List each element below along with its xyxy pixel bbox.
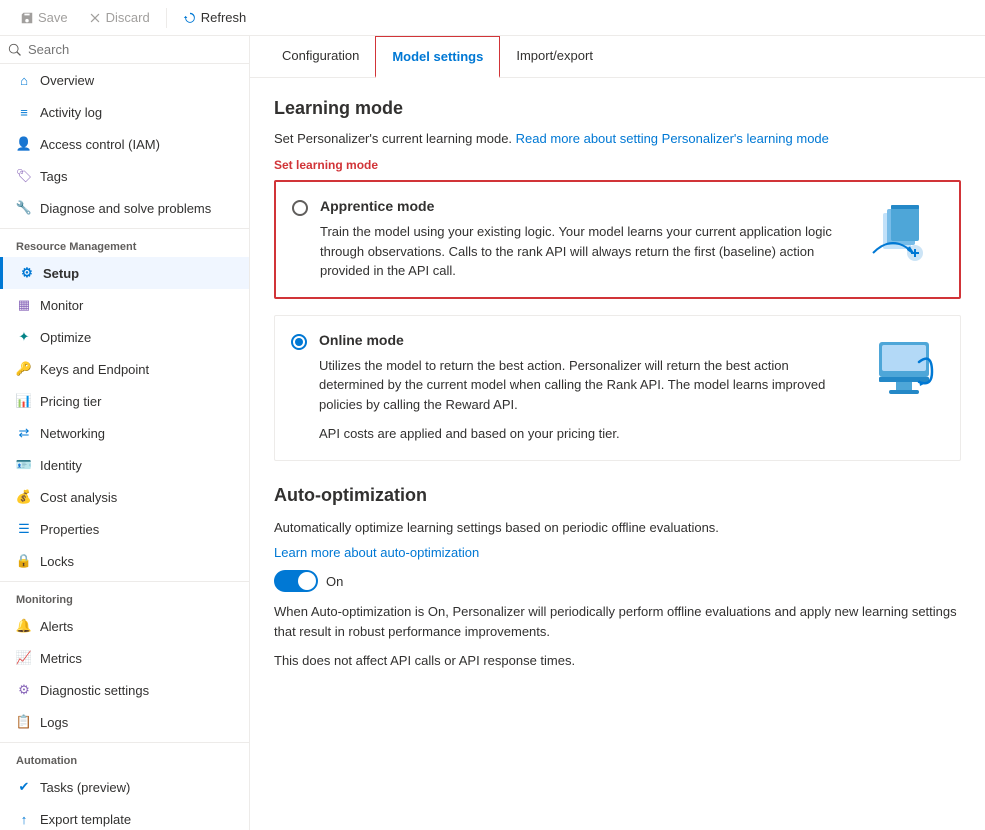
learning-mode-description: Set Personalizer's current learning mode… <box>274 131 961 146</box>
tab-import-export[interactable]: Import/export <box>500 36 609 78</box>
sidebar-item-tags[interactable]: 🏷 Tags <box>0 160 249 192</box>
online-mode-desc: Utilizes the model to return the best ac… <box>319 356 852 415</box>
sidebar-item-cost-analysis[interactable]: 💰 Cost analysis <box>0 481 249 513</box>
auto-opt-when-on: When Auto-optimization is On, Personaliz… <box>274 602 961 641</box>
id-card-icon: 🪪 <box>16 457 32 473</box>
properties-icon: ☰ <box>16 521 32 537</box>
sidebar-item-export-template[interactable]: ↑ Export template <box>0 803 249 830</box>
gear-icon: ⚙ <box>19 265 35 281</box>
toggle-thumb <box>298 572 316 590</box>
sidebar-item-setup[interactable]: ⚙ Setup <box>0 257 249 289</box>
sidebar-item-optimize[interactable]: ✦ Optimize <box>0 321 249 353</box>
bar-chart-icon: 📈 <box>16 650 32 666</box>
sidebar: ⌂ Overview ≡ Activity log 👤 Access contr… <box>0 36 250 830</box>
wrench-icon: 🔧 <box>16 200 32 216</box>
save-button[interactable]: Save <box>12 6 76 29</box>
toolbar: Save Discard Refresh <box>0 0 985 36</box>
sidebar-item-properties[interactable]: ☰ Properties <box>0 513 249 545</box>
toggle-label: On <box>326 574 343 589</box>
learning-mode-link[interactable]: Read more about setting Personalizer's l… <box>516 131 829 146</box>
tag-icon: 🏷 <box>16 168 32 184</box>
discard-button[interactable]: Discard <box>80 6 158 29</box>
online-mode-card[interactable]: Online mode Utilizes the model to return… <box>274 315 961 461</box>
main-layout: ⌂ Overview ≡ Activity log 👤 Access contr… <box>0 36 985 830</box>
tab-bar: Configuration Model settings Import/expo… <box>250 36 985 78</box>
people-icon: 👤 <box>16 136 32 152</box>
refresh-icon <box>183 11 197 25</box>
online-mode-title: Online mode <box>319 332 852 348</box>
sidebar-item-locks[interactable]: 🔒 Locks <box>0 545 249 577</box>
sidebar-item-alerts[interactable]: 🔔 Alerts <box>0 610 249 642</box>
apprentice-mode-desc: Train the model using your existing logi… <box>320 222 851 281</box>
network-icon: ⇄ <box>16 425 32 441</box>
sidebar-item-networking[interactable]: ⇄ Networking <box>0 417 249 449</box>
key-icon: 🔑 <box>16 361 32 377</box>
tasks-icon: ✔ <box>16 779 32 795</box>
auto-optimization-section: Auto-optimization Automatically optimize… <box>274 485 961 671</box>
monitor-icon: ▦ <box>16 297 32 313</box>
list-icon: ≡ <box>16 104 32 120</box>
set-learning-mode-label: Set learning mode <box>274 158 961 172</box>
sidebar-item-tasks[interactable]: ✔ Tasks (preview) <box>0 771 249 803</box>
apprentice-mode-title: Apprentice mode <box>320 198 851 214</box>
apprentice-illustration <box>863 198 943 278</box>
online-mode-extra: API costs are applied and based on your … <box>319 424 852 444</box>
sidebar-item-monitor[interactable]: ▦ Monitor <box>0 289 249 321</box>
section-resource-management: Resource Management <box>0 228 249 257</box>
toolbar-divider <box>166 8 167 28</box>
apprentice-radio[interactable] <box>292 200 308 216</box>
lock-icon: 🔒 <box>16 553 32 569</box>
cost-icon: 💰 <box>16 489 32 505</box>
online-illustration <box>864 332 944 412</box>
section-monitoring: Monitoring <box>0 581 249 610</box>
discard-icon <box>88 11 102 25</box>
auto-opt-desc: Automatically optimize learning settings… <box>274 518 961 538</box>
online-radio[interactable] <box>291 334 307 350</box>
chart-icon: 📊 <box>16 393 32 409</box>
toggle-row: On <box>274 570 961 592</box>
sidebar-item-overview[interactable]: ⌂ Overview <box>0 64 249 96</box>
diagnostic-icon: ⚙ <box>16 682 32 698</box>
sidebar-search-container <box>0 36 249 64</box>
export-icon: ↑ <box>16 811 32 827</box>
sidebar-item-activity-log[interactable]: ≡ Activity log <box>0 96 249 128</box>
sidebar-item-keys-endpoint[interactable]: 🔑 Keys and Endpoint <box>0 353 249 385</box>
search-icon <box>8 43 22 57</box>
save-icon <box>20 11 34 25</box>
home-icon: ⌂ <box>16 72 32 88</box>
sidebar-item-metrics[interactable]: 📈 Metrics <box>0 642 249 674</box>
online-svg <box>864 332 944 412</box>
refresh-button[interactable]: Refresh <box>175 6 255 29</box>
bell-icon: 🔔 <box>16 618 32 634</box>
content-area: Configuration Model settings Import/expo… <box>250 36 985 830</box>
sidebar-item-diagnostic-settings[interactable]: ⚙ Diagnostic settings <box>0 674 249 706</box>
sidebar-item-access-control[interactable]: 👤 Access control (IAM) <box>0 128 249 160</box>
tab-configuration[interactable]: Configuration <box>266 36 375 78</box>
sidebar-item-pricing-tier[interactable]: 📊 Pricing tier <box>0 385 249 417</box>
search-input[interactable] <box>28 42 241 57</box>
section-automation: Automation <box>0 742 249 771</box>
tab-model-settings[interactable]: Model settings <box>375 36 500 78</box>
sidebar-item-diagnose[interactable]: 🔧 Diagnose and solve problems <box>0 192 249 224</box>
auto-opt-toggle[interactable] <box>274 570 318 592</box>
logs-icon: 📋 <box>16 714 32 730</box>
apprentice-svg <box>863 198 943 278</box>
sidebar-item-logs[interactable]: 📋 Logs <box>0 706 249 738</box>
sidebar-item-identity[interactable]: 🪪 Identity <box>0 449 249 481</box>
learning-mode-title: Learning mode <box>274 98 961 119</box>
content-body: Learning mode Set Personalizer's current… <box>250 78 985 699</box>
auto-opt-link[interactable]: Learn more about auto-optimization <box>274 545 479 560</box>
auto-opt-title: Auto-optimization <box>274 485 961 506</box>
sparkle-icon: ✦ <box>16 329 32 345</box>
auto-opt-no-affect: This does not affect API calls or API re… <box>274 651 961 671</box>
apprentice-mode-card[interactable]: Apprentice mode Train the model using yo… <box>274 180 961 299</box>
